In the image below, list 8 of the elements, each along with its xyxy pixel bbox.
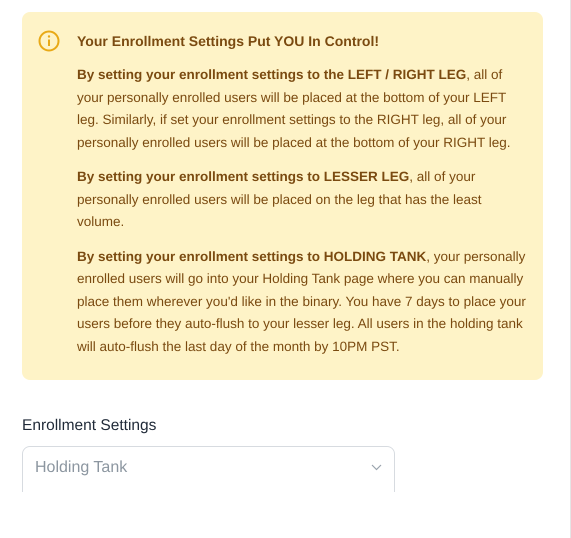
alert-paragraph: By setting your enrollment settings to the LEFT / RIGHT LEG, all of your personally enrolled users will be placed at the bottom of your LEFT leg. Similarly, if set your enrollment settings to the RIGHT leg, all of your personally enrolled users will be placed at the bottom of your RIGHT leg. bbox=[77, 66, 512, 152]
enrollment-select[interactable]: Holding Tank bbox=[22, 446, 395, 492]
alert-paragraph: By setting your enrollment settings to HOLDING TANK, your personally enrolled users will go into your Holding Tank page where you can manually place them wherever you'd like in the binary. You have 7 days to place your users before they auto-flush to your lesser leg. All users in the holding tank will auto-flush the last day of the month by 10PM PST. bbox=[77, 248, 527, 356]
alert-title: Your Enrollment Settings Put YOU In Control! bbox=[77, 32, 380, 50]
chevron-down-icon bbox=[371, 464, 382, 471]
field-label: Enrollment Settings bbox=[22, 416, 158, 436]
alert-paragraph: By setting your enrollment settings to LESSER LEG, all of your personally enrolled users will be placed on the leg that has the least volume. bbox=[77, 168, 482, 231]
info-icon bbox=[38, 30, 60, 52]
